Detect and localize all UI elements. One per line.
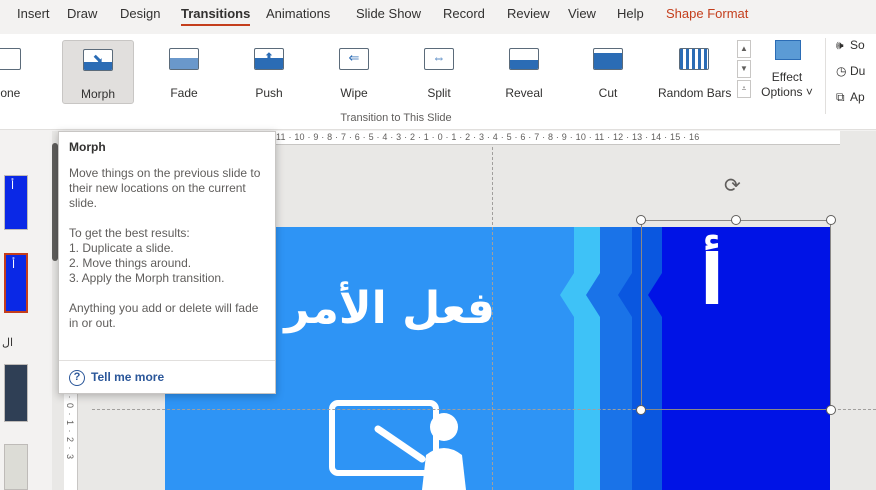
sound-icon: 🕪 [836, 38, 844, 52]
fade-transition-icon [169, 48, 199, 70]
teacher-head [430, 413, 458, 441]
transitions-ribbon: None ⬊ Morph Fade ⬆ Push ⇐ Wipe ⇔ Split … [0, 34, 876, 130]
transition-none-button[interactable]: None [0, 40, 42, 104]
tooltip-paragraph: Anything you add or delete will fade in … [69, 301, 259, 330]
transition-push-label: Push [255, 86, 283, 100]
apply-to-all-label: Ap [850, 90, 865, 104]
transition-cut-button[interactable]: Cut [572, 40, 644, 104]
effect-options-icon [775, 40, 801, 60]
tell-me-more-label: Tell me more [91, 370, 165, 385]
transition-fade-button[interactable]: Fade [148, 40, 220, 104]
transition-split-label: Split [427, 86, 451, 100]
tab-draw[interactable]: Draw [67, 6, 97, 21]
transition-wipe-button[interactable]: ⇐ Wipe [318, 40, 390, 104]
tooltip-steps: To get the best results: 1. Duplicate a … [69, 226, 269, 286]
cut-transition-icon [593, 48, 623, 70]
duration-label: Du [850, 64, 866, 78]
transition-reveal-label: Reveal [505, 86, 543, 100]
transition-morph-button[interactable]: ⬊ Morph [62, 40, 134, 104]
tooltip-body: Move things on the previous slide to the… [69, 166, 269, 346]
thumbnail-glyph: أ [11, 180, 15, 192]
transition-gallery-scroll: ▲ ▼ ⩡ [737, 40, 751, 98]
rotate-handle-icon[interactable]: ⟳ [724, 173, 741, 198]
thumbnail-label: ال [2, 337, 14, 349]
tooltip-step-line: To get the best results: [69, 226, 190, 240]
apply-to-all-button[interactable]: ⧉ Ap [836, 90, 865, 105]
teacher-body [422, 448, 466, 490]
tab-view[interactable]: View [568, 6, 596, 21]
tab-shape-format[interactable]: Shape Format [666, 6, 748, 21]
transition-push-button[interactable]: ⬆ Push [233, 40, 305, 104]
transition-split-button[interactable]: ⇔ Split [403, 40, 475, 104]
ribbon-divider [825, 38, 826, 114]
teacher-at-board-icon [329, 400, 466, 490]
effect-options-button[interactable]: Effect Options ˅ [756, 38, 818, 106]
tooltip-step-line: 2. Move things around. [69, 256, 192, 270]
chevron-light [560, 227, 600, 490]
sound-dropdown[interactable]: 🕪 So [836, 38, 865, 53]
tooltip-title: Morph [69, 140, 106, 154]
smart-guide-vertical [492, 147, 493, 490]
tooltip-step-line: 3. Apply the Morph transition. [69, 271, 225, 285]
slide-thumbnail-selected[interactable]: أ [4, 253, 28, 313]
tab-design[interactable]: Design [120, 6, 160, 21]
vertical-ruler-scale: 1 · 0 · 1 · 2 · 3 [65, 386, 75, 461]
reveal-transition-icon [509, 48, 539, 70]
slide-thumbnail-pane: أ أ ال [0, 131, 52, 490]
slide-thumbnail[interactable] [4, 444, 28, 490]
tab-animations[interactable]: Animations [266, 6, 330, 21]
transition-random-bars-label: Random Bars [658, 86, 732, 100]
help-question-icon: ? [69, 370, 85, 386]
apply-to-all-icon: ⧉ [836, 90, 845, 104]
transition-cut-label: Cut [598, 86, 618, 100]
transition-group-label: Transition to This Slide [340, 112, 452, 124]
tooltip-divider [59, 360, 275, 361]
transition-random-bars-button[interactable]: Random Bars [658, 40, 732, 104]
horizontal-ruler-scale: 11 · 10 · 9 · 8 · 7 · 6 · 5 · 4 · 3 · 2 … [276, 132, 700, 142]
tell-me-more-link[interactable]: ? Tell me more [69, 370, 164, 386]
gallery-expand-button[interactable]: ⩡ [737, 80, 751, 98]
tab-record[interactable]: Record [443, 6, 485, 21]
tab-review[interactable]: Review [507, 6, 550, 21]
none-transition-icon [0, 48, 21, 70]
transition-fade-label: Fade [170, 86, 198, 100]
resize-handle[interactable] [636, 215, 646, 225]
slide-thumbnail[interactable]: أ [4, 175, 28, 230]
duration-field[interactable]: ◷ Du [836, 64, 865, 78]
tooltip-paragraph: Move things on the previous slide to the… [69, 166, 261, 210]
sound-label: So [850, 38, 865, 52]
gallery-scroll-down-button[interactable]: ▼ [737, 60, 751, 78]
morph-transition-icon: ⬊ [83, 49, 113, 71]
slide-title[interactable]: فعل الأمر [284, 283, 495, 334]
thumbnail-glyph: أ [12, 259, 16, 271]
split-transition-icon: ⇔ [424, 48, 454, 70]
push-transition-icon: ⬆ [254, 48, 284, 70]
resize-handle[interactable] [636, 405, 646, 415]
pointer-shape [374, 425, 426, 463]
gallery-scroll-up-button[interactable]: ▲ [737, 40, 751, 58]
tab-help[interactable]: Help [617, 6, 644, 21]
ribbon-tab-bar: Insert Draw Design Transitions Animation… [0, 0, 876, 26]
tab-insert[interactable]: Insert [17, 6, 50, 21]
slide-thumbnail[interactable] [4, 364, 28, 422]
tab-slide-show[interactable]: Slide Show [356, 6, 421, 21]
transition-reveal-button[interactable]: Reveal [488, 40, 560, 104]
selection-frame [641, 220, 831, 410]
tab-transitions[interactable]: Transitions [181, 6, 251, 26]
resize-handle[interactable] [731, 215, 741, 225]
resize-handle[interactable] [826, 405, 836, 415]
whiteboard-shape [329, 400, 439, 476]
wipe-transition-icon: ⇐ [339, 48, 369, 70]
effect-options-label: Effect Options ˅ [761, 70, 813, 99]
transition-morph-label: Morph [80, 87, 115, 101]
transition-none-label: None [0, 86, 21, 100]
transition-wipe-label: Wipe [340, 86, 368, 100]
tooltip-step-line: 1. Duplicate a slide. [69, 241, 174, 255]
morph-tooltip: Morph Move things on the previous slide … [58, 131, 276, 394]
resize-handle[interactable] [826, 215, 836, 225]
clock-icon: ◷ [836, 64, 847, 78]
random-bars-transition-icon [679, 48, 709, 70]
